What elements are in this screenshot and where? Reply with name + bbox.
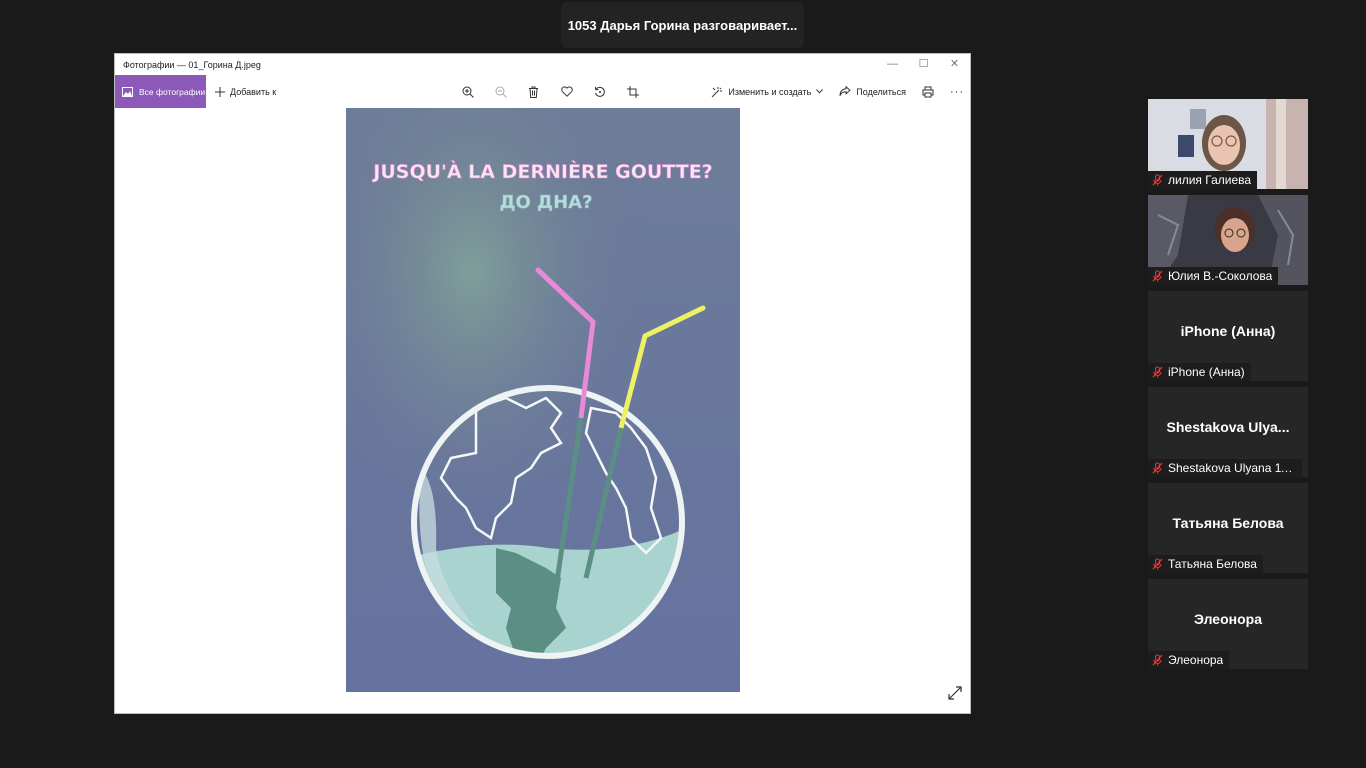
more-options-button[interactable]: ··· — [950, 86, 964, 98]
zoom-in-icon — [462, 86, 474, 98]
share-label: Поделиться — [856, 86, 906, 97]
edit-create-button[interactable]: Изменить и создать — [711, 86, 824, 98]
photos-app-window: Фотографии — 01_Горина Д.jpeg — ☐ ✕ Все … — [114, 53, 971, 714]
poster-title-russian: ДО ДНА? — [499, 192, 592, 213]
trash-icon — [529, 86, 538, 98]
participant-label: Татьяна Белова — [1148, 555, 1263, 573]
participant-display-name: iPhone (Анна) — [1180, 323, 1276, 339]
participant-name: Татьяна Белова — [1168, 557, 1257, 571]
poster-title-french: JUSQU'À LA DERNIÈRE GOUTTE? — [371, 160, 712, 183]
share-button[interactable]: Поделиться — [839, 86, 906, 97]
participant-name: iPhone (Анна) — [1168, 365, 1245, 379]
crop-icon — [626, 85, 639, 98]
participant-label: Shestakova Ulyana 11... — [1148, 459, 1302, 477]
window-controls: — ☐ ✕ — [877, 54, 970, 75]
close-button[interactable]: ✕ — [939, 54, 970, 75]
photo-toolbar: Все фотографии Добавить к Изменить и соз… — [115, 75, 970, 108]
add-to-button[interactable]: Добавить к — [215, 75, 276, 108]
all-photos-button[interactable]: Все фотографии — [115, 75, 206, 108]
edit-create-label: Изменить и создать — [728, 86, 812, 97]
view-tools — [451, 75, 649, 108]
participant-name: лилия Галиева — [1168, 173, 1252, 187]
muted-mic-icon — [1152, 270, 1163, 282]
minimize-button[interactable]: — — [877, 54, 908, 75]
participant-label: Элеонора — [1148, 651, 1230, 669]
rotate-icon — [594, 86, 605, 97]
edit-wand-icon — [712, 86, 723, 97]
participant-name: Юлия В.-Соколова — [1168, 269, 1273, 283]
more-icon: ··· — [950, 85, 964, 98]
muted-mic-icon — [1152, 462, 1163, 474]
participant-display-name: Элеонора — [1193, 611, 1262, 627]
chevron-down-icon — [816, 89, 824, 94]
zoom-in-button[interactable] — [451, 75, 484, 108]
rotate-button[interactable] — [583, 75, 616, 108]
action-tools: Изменить и создать Поделиться ··· — [711, 75, 964, 108]
muted-mic-icon — [1152, 558, 1163, 570]
participant-tile[interactable]: iPhone (Анна) iPhone (Анна) — [1148, 291, 1308, 381]
participant-name: Shestakova Ulyana 11... — [1168, 461, 1296, 475]
zoom-out-button[interactable] — [484, 75, 517, 108]
muted-mic-icon — [1152, 366, 1163, 378]
maximize-button[interactable]: ☐ — [908, 54, 939, 75]
add-to-label: Добавить к — [230, 86, 277, 97]
fullscreen-button[interactable] — [948, 686, 962, 705]
participant-tile[interactable]: Татьяна Белова Татьяна Белова — [1148, 483, 1308, 573]
participant-label: iPhone (Анна) — [1148, 363, 1251, 381]
participant-display-name: Татьяна Белова — [1172, 515, 1284, 531]
photos-icon — [122, 86, 133, 97]
participant-name: Элеонора — [1168, 653, 1224, 667]
participant-display-name: Shestakova Ulya... — [1166, 419, 1290, 435]
participant-tile[interactable]: Юлия В.-Соколова — [1148, 195, 1308, 285]
printer-icon — [922, 86, 934, 97]
window-titlebar: Фотографии — 01_Горина Д.jpeg — ☐ ✕ — [115, 54, 970, 75]
active-speaker-banner: 1053 Дарья Горина разговаривает... — [561, 2, 804, 48]
poster-image: JUSQU'À LA DERNIÈRE GOUTTE? ДО ДНА? — [346, 108, 740, 692]
share-icon — [839, 86, 852, 96]
muted-mic-icon — [1152, 654, 1163, 666]
favorite-button[interactable] — [550, 75, 583, 108]
print-button[interactable] — [922, 86, 934, 98]
participant-label: Юлия В.-Соколова — [1148, 267, 1279, 285]
delete-button[interactable] — [517, 75, 550, 108]
heart-icon — [560, 86, 573, 97]
participant-tile[interactable]: Shestakova Ulya... Shestakova Ulyana 11.… — [1148, 387, 1308, 477]
expand-icon — [948, 686, 962, 700]
zoom-out-icon — [495, 86, 507, 98]
crop-button[interactable] — [616, 75, 649, 108]
window-title: Фотографии — 01_Горина Д.jpeg — [123, 59, 261, 70]
participant-tile[interactable]: Элеонора Элеонора — [1148, 579, 1308, 669]
participant-label: лилия Галиева — [1148, 171, 1258, 189]
participant-tile[interactable]: лилия Галиева — [1148, 99, 1308, 189]
all-photos-label: Все фотографии — [139, 86, 206, 97]
plus-icon — [215, 86, 225, 97]
muted-mic-icon — [1152, 174, 1163, 186]
